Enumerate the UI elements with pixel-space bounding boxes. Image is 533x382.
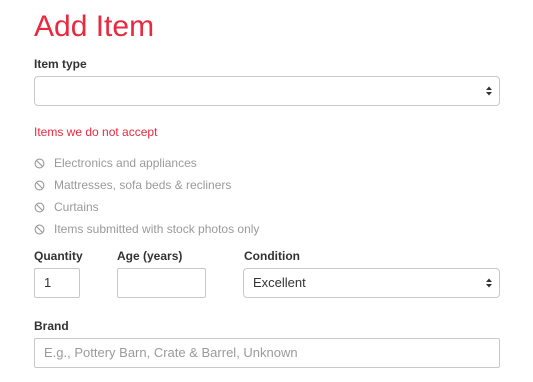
condition-label: Condition — [244, 249, 300, 263]
not-accepted-item-text: Curtains — [54, 200, 99, 214]
not-accepted-item-text: Mattresses, sofa beds & recliners — [54, 178, 232, 192]
ban-icon — [34, 224, 45, 234]
brand-input[interactable]: E.g., Pottery Barn, Crate & Barrel, Unkn… — [34, 338, 500, 368]
quantity-label: Quantity — [34, 249, 83, 263]
ban-icon — [34, 202, 45, 212]
select-arrows-icon — [486, 86, 492, 96]
list-item: Electronics and appliances — [34, 152, 259, 174]
list-item: Items submitted with stock photos only — [34, 218, 259, 240]
condition-select[interactable]: Excellent — [243, 268, 500, 298]
age-label: Age (years) — [117, 249, 183, 263]
quantity-input[interactable]: 1 — [34, 268, 80, 298]
not-accepted-list: Electronics and appliances Mattresses, s… — [34, 152, 259, 240]
list-item: Curtains — [34, 196, 259, 218]
item-type-label: Item type — [34, 57, 87, 71]
ban-icon — [34, 158, 45, 168]
ban-icon — [34, 180, 45, 190]
not-accepted-item-text: Items submitted with stock photos only — [54, 222, 260, 236]
page-title: Add Item — [34, 10, 155, 43]
quantity-value: 1 — [44, 275, 52, 290]
age-input[interactable] — [117, 268, 206, 298]
brand-placeholder: E.g., Pottery Barn, Crate & Barrel, Unkn… — [44, 345, 298, 360]
list-item: Mattresses, sofa beds & recliners — [34, 174, 259, 196]
select-arrows-icon — [486, 278, 492, 288]
not-accepted-title: Items we do not accept — [34, 125, 158, 139]
not-accepted-item-text: Electronics and appliances — [54, 156, 197, 170]
item-type-select[interactable] — [34, 76, 500, 106]
condition-value: Excellent — [253, 275, 306, 290]
brand-label: Brand — [34, 319, 69, 333]
